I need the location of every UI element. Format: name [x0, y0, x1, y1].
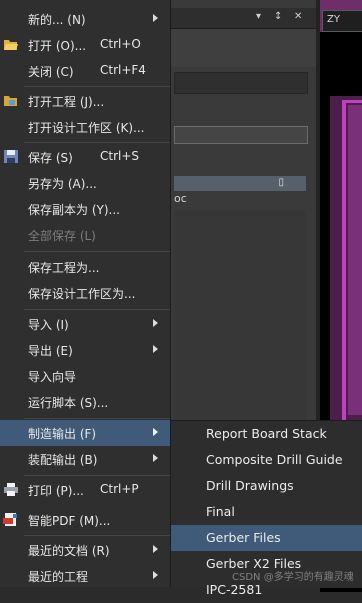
submenu-item-drill-drawings[interactable]: Drill Drawings [171, 473, 362, 499]
menu-item-shortcut: Ctrl+S [100, 149, 140, 163]
pcb-board-fill [348, 105, 362, 415]
file-menu: 新的... (N) 打开 (O)... Ctrl+O 关闭 (C) Ctrl+F… [0, 0, 171, 587]
menu-item-close[interactable]: 关闭 (C) Ctrl+F4 [0, 58, 170, 84]
panel-search-field[interactable] [174, 126, 308, 144]
submenu-item-label: Report Board Stack [206, 426, 327, 441]
panel-titlebar: ▾ ↕ ✕ [170, 8, 316, 29]
menu-item-label: 运行脚本 (S)... [28, 396, 109, 410]
menu-item-shortcut: Ctrl+O [100, 37, 141, 51]
menu-item-label: 最近的文档 (R) [28, 544, 110, 558]
menu-separator [24, 309, 170, 310]
menu-item-label: 打开 (O)... [28, 39, 87, 53]
menu-item-recent-documents[interactable]: 最近的文档 (R) [0, 537, 170, 563]
menu-separator [24, 418, 170, 419]
menu-item-label: 最近的工程 [28, 570, 89, 584]
open-project-icon [4, 96, 17, 106]
editor-tab-label: ZY [327, 14, 340, 25]
menu-item-save-project-as[interactable]: 保存工程为... [0, 254, 170, 280]
menu-item-export[interactable]: 导出 (E) [0, 337, 170, 363]
menu-item-label: 保存 (S) [28, 151, 73, 165]
panel-selected-item[interactable]: ▯ [174, 176, 306, 191]
menu-item-label: 保存工程为... [28, 261, 100, 275]
submenu-arrow-icon [153, 571, 158, 579]
menu-item-label: 导入向导 [28, 370, 77, 384]
menu-item-smart-pdf[interactable]: 智能PDF (M)... [0, 507, 170, 533]
menu-item-label: 保存设计工作区为... [28, 287, 136, 301]
pcb-board-outline-top [342, 100, 362, 103]
menu-item-label: 装配输出 (B) [28, 453, 98, 467]
menu-item-import-wizard[interactable]: 导入向导 [0, 363, 170, 389]
submenu-item-gerber-files[interactable]: Gerber Files [171, 525, 362, 551]
watermark-text: CSDN @多学习的有趣灵魂 [232, 572, 354, 583]
menu-item-label: 打印 (P)... [28, 484, 84, 498]
panel-toolbar [170, 29, 316, 67]
menu-item-recent-projects[interactable]: 最近的工程 [0, 563, 170, 589]
pcb-board-outline [342, 100, 346, 420]
submenu-item-final[interactable]: Final [171, 499, 362, 525]
menu-item-open[interactable]: 打开 (O)... Ctrl+O [0, 32, 170, 58]
menu-item-label: 全部保存 (L) [28, 229, 96, 243]
menu-separator [24, 535, 170, 536]
menu-item-save-all: 全部保存 (L) [0, 222, 170, 248]
menu-item-run-script[interactable]: 运行脚本 (S)... [0, 389, 170, 415]
menu-item-save-workspace-as[interactable]: 保存设计工作区为... [0, 280, 170, 306]
menu-item-label: 制造输出 (F) [28, 427, 97, 441]
menu-item-shortcut: Ctrl+F4 [100, 63, 146, 77]
menu-item-assembly-outputs[interactable]: 装配输出 (B) [0, 446, 170, 472]
menu-item-fabrication-outputs[interactable]: 制造输出 (F) [0, 420, 170, 446]
menu-item-new[interactable]: 新的... (N) [0, 6, 170, 32]
submenu-arrow-icon [153, 319, 158, 327]
menu-separator [24, 475, 170, 476]
close-icon[interactable]: ✕ [294, 11, 302, 22]
editor-tab[interactable]: ZY [322, 10, 362, 32]
menu-separator [24, 251, 170, 252]
menu-item-label: 打开设计工作区 (K)... [28, 121, 145, 135]
submenu-arrow-icon [153, 428, 158, 436]
menu-item-save-copy-as[interactable]: 保存副本为 (Y)... [0, 196, 170, 222]
menu-item-print[interactable]: 打印 (P)... Ctrl+P [0, 477, 170, 503]
menu-item-label: 打开工程 (J)... [28, 95, 105, 109]
submenu-item-composite-drill-guide[interactable]: Composite Drill Guide [171, 447, 362, 473]
submenu-item-label: Gerber Files [206, 530, 281, 545]
menu-item-label: 保存副本为 (Y)... [28, 203, 120, 217]
submenu-arrow-icon [153, 14, 158, 22]
menu-item-label: 关闭 (C) [28, 65, 74, 79]
menu-item-label: 导出 (E) [28, 344, 73, 358]
menu-item-shortcut: Ctrl+P [100, 482, 139, 496]
submenu-item-label: Composite Drill Guide [206, 452, 343, 467]
save-icon [4, 150, 18, 163]
menu-separator [24, 86, 170, 87]
submenu-item-label: Final [206, 504, 235, 519]
menu-item-open-workspace[interactable]: 打开设计工作区 (K)... [0, 114, 170, 140]
submenu-arrow-icon [153, 545, 158, 553]
menu-item-save[interactable]: 保存 (S) Ctrl+S [0, 144, 170, 170]
document-icon: ▯ [278, 177, 284, 188]
menu-separator [24, 142, 170, 143]
folder-open-icon [4, 40, 18, 50]
menu-item-label: 导入 (I) [28, 318, 69, 332]
pin-icon[interactable]: ↕ [274, 11, 282, 22]
panel-filter-field[interactable] [174, 72, 308, 94]
menu-item-import[interactable]: 导入 (I) [0, 311, 170, 337]
fabrication-outputs-submenu: Report Board Stack Composite Drill Guide… [171, 420, 362, 597]
menu-item-label: 智能PDF (M)... [28, 514, 111, 528]
dropdown-icon[interactable]: ▾ [256, 11, 261, 22]
panel-list-item-text: oc [174, 192, 187, 205]
submenu-arrow-icon [153, 345, 158, 353]
submenu-arrow-icon [153, 454, 158, 462]
menu-item-label: 另存为 (A)... [28, 177, 97, 191]
menu-item-open-project[interactable]: 打开工程 (J)... [0, 88, 170, 114]
submenu-item-report-board-stack[interactable]: Report Board Stack [171, 421, 362, 447]
submenu-item-label: Drill Drawings [206, 478, 294, 493]
menu-item-save-as[interactable]: 另存为 (A)... [0, 170, 170, 196]
submenu-item-label: IPC-2581 [206, 582, 263, 597]
menu-item-label: 新的... (N) [28, 13, 86, 27]
pdf-icon [3, 513, 17, 526]
printer-icon [4, 483, 18, 496]
